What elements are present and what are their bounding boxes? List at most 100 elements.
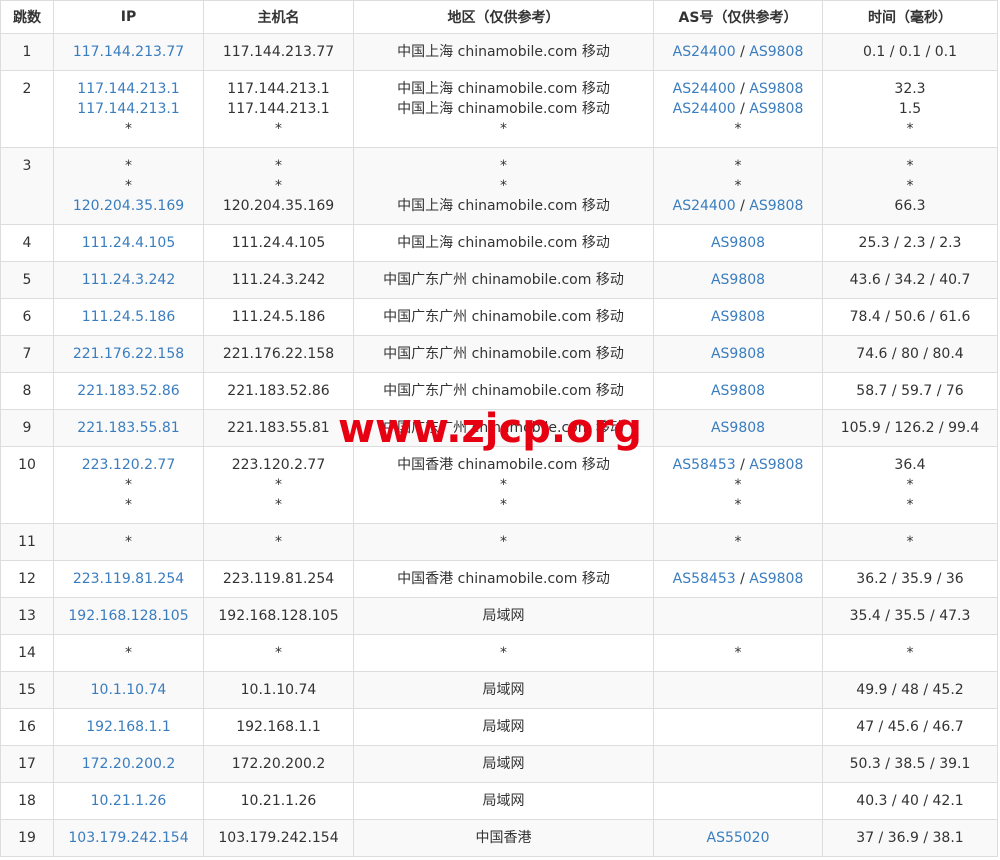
region-cell: * [353, 523, 654, 561]
as-cell: AS9808 [653, 261, 823, 299]
ip-link[interactable]: 172.20.200.2 [82, 756, 176, 772]
ip-link[interactable]: 120.204.35.169 [73, 198, 184, 214]
header-hop: 跳数 [0, 0, 54, 34]
as-link[interactable]: AS9808 [749, 101, 803, 117]
table-header-row: 跳数 IP 主机名 地区（仅供参考） AS号（仅供参考） 时间（毫秒） [0, 0, 998, 34]
ip-link[interactable]: 117.144.213.77 [73, 44, 184, 60]
ip-line: 111.24.3.242 [54, 270, 203, 290]
as-line: AS24400 / AS9808 [654, 99, 822, 119]
ip-cell: 221.183.52.86 [53, 372, 204, 410]
time-text: 43.6 / 34.2 / 40.7 [849, 272, 971, 288]
time-cell: 35.4 / 35.5 / 47.3 [822, 597, 998, 635]
ip-link[interactable]: 192.168.1.1 [86, 719, 171, 735]
ip-link[interactable]: 221.176.22.158 [73, 346, 184, 362]
time-cell: 32.3 1.5 * [822, 70, 998, 148]
hop-cell: 11 [0, 523, 54, 561]
as-cell: AS24400 / AS9808 [653, 33, 823, 71]
time-text: 47 / 45.6 / 46.7 [856, 719, 964, 735]
time-cell: 40.3 / 40 / 42.1 [822, 782, 998, 820]
ip-link[interactable]: 10.1.10.74 [91, 682, 167, 698]
as-link[interactable]: AS9808 [749, 571, 803, 587]
hostname-text: * [275, 645, 282, 661]
ip-link[interactable]: 111.24.3.242 [82, 272, 176, 288]
region-cell: 局域网 [353, 597, 654, 635]
ip-link[interactable]: 103.179.242.154 [68, 830, 188, 846]
region-cell: 局域网 [353, 782, 654, 820]
ip-link[interactable]: 192.168.128.105 [68, 608, 188, 624]
time-cell: 37 / 36.9 / 38.1 [822, 819, 998, 857]
ip-link[interactable]: 111.24.5.186 [82, 309, 176, 325]
as-line [654, 754, 822, 774]
ip-link[interactable]: 117.144.213.1 [77, 101, 179, 117]
hostname-text: 120.204.35.169 [222, 198, 335, 214]
hostname-text: 192.168.128.105 [218, 608, 339, 624]
ip-line: 223.120.2.77 [54, 455, 203, 475]
time-cell: 0.1 / 0.1 / 0.1 [822, 33, 998, 71]
hop-cell: 1 [0, 33, 54, 71]
hostname-text: 111.24.3.242 [231, 272, 326, 288]
ip-link[interactable]: 223.120.2.77 [82, 457, 176, 473]
as-link[interactable]: AS24400 [673, 44, 736, 60]
as-link[interactable]: AS9808 [711, 346, 765, 362]
ip-cell: * * 120.204.35.169 [53, 147, 204, 225]
ip-link[interactable]: 221.183.52.86 [77, 383, 179, 399]
table-row: 6 111.24.5.186 111.24.5.186 中国广东广州 chinamob… [0, 298, 998, 336]
time-text: 50.3 / 38.5 / 39.1 [849, 756, 971, 772]
ip-line: 10.1.10.74 [54, 680, 203, 700]
table-row: 18 10.21.1.26 10.21.1.26 局域网 40.3 / 40 / 42.… [0, 782, 998, 820]
as-link[interactable]: AS9808 [711, 272, 765, 288]
as-link[interactable]: AS9808 [749, 198, 803, 214]
as-link[interactable]: AS24400 [673, 101, 736, 117]
ip-link[interactable]: 221.183.55.81 [77, 420, 179, 436]
as-link[interactable]: AS24400 [673, 81, 736, 97]
hop-number: 1 [22, 44, 32, 60]
as-line: AS9808 [654, 418, 822, 438]
region-text: * [500, 497, 507, 513]
ip-link[interactable]: 117.144.213.1 [77, 81, 179, 97]
time-text: 25.3 / 2.3 / 2.3 [858, 235, 962, 251]
hop-number: 10 [18, 457, 36, 473]
as-link[interactable]: AS58453 [673, 457, 736, 473]
as-link[interactable]: AS24400 [673, 198, 736, 214]
hop-number: 13 [18, 608, 36, 624]
as-line: AS9808 [654, 233, 822, 253]
hop-number: 6 [22, 309, 32, 325]
table-row: 5 111.24.3.242 111.24.3.242 中国广东广州 chinamob… [0, 261, 998, 299]
hostname-text: 10.1.10.74 [240, 682, 317, 698]
as-link[interactable]: AS9808 [749, 81, 803, 97]
as-link[interactable]: AS9808 [711, 420, 765, 436]
ip-link[interactable]: 111.24.4.105 [82, 235, 176, 251]
hop-cell: 14 [0, 634, 54, 672]
as-separator: / [735, 198, 750, 214]
region-cell: 中国香港 [353, 819, 654, 857]
as-link[interactable]: AS55020 [707, 830, 770, 846]
ip-line: 221.183.55.81 [54, 418, 203, 438]
time-text: 35.4 / 35.5 / 47.3 [849, 608, 971, 624]
as-cell: AS58453 / AS9808 * * [653, 446, 823, 524]
as-cell: * [653, 634, 823, 672]
header-hostname: 主机名 [203, 0, 354, 34]
table-row: 2 117.144.213.1 117.144.213.1 * 117.144.213.… [0, 70, 998, 148]
ip-link[interactable]: 223.119.81.254 [73, 571, 184, 587]
as-cell: AS9808 [653, 335, 823, 373]
time-text: 0.1 / 0.1 / 0.1 [862, 44, 958, 60]
region-text: * [500, 534, 507, 550]
as-link[interactable]: AS58453 [673, 571, 736, 587]
as-link[interactable]: AS9808 [711, 309, 765, 325]
hostname-text: 111.24.4.105 [231, 235, 326, 251]
hostname-cell: 103.179.242.154 [203, 819, 354, 857]
ip-line: 117.144.213.77 [54, 42, 203, 62]
as-cell: AS55020 [653, 819, 823, 857]
time-cell: 74.6 / 80 / 80.4 [822, 335, 998, 373]
as-cell: AS9808 [653, 372, 823, 410]
hop-number: 12 [18, 571, 36, 587]
time-text: 37 / 36.9 / 38.1 [856, 830, 964, 846]
time-text: 36.4 [894, 457, 926, 473]
hostname-cell: 10.21.1.26 [203, 782, 354, 820]
as-link[interactable]: AS9808 [711, 383, 765, 399]
as-link[interactable]: AS9808 [711, 235, 765, 251]
region-text: * [500, 121, 507, 137]
as-link[interactable]: AS9808 [749, 457, 803, 473]
ip-link[interactable]: 10.21.1.26 [91, 793, 167, 809]
as-link[interactable]: AS9808 [749, 44, 803, 60]
